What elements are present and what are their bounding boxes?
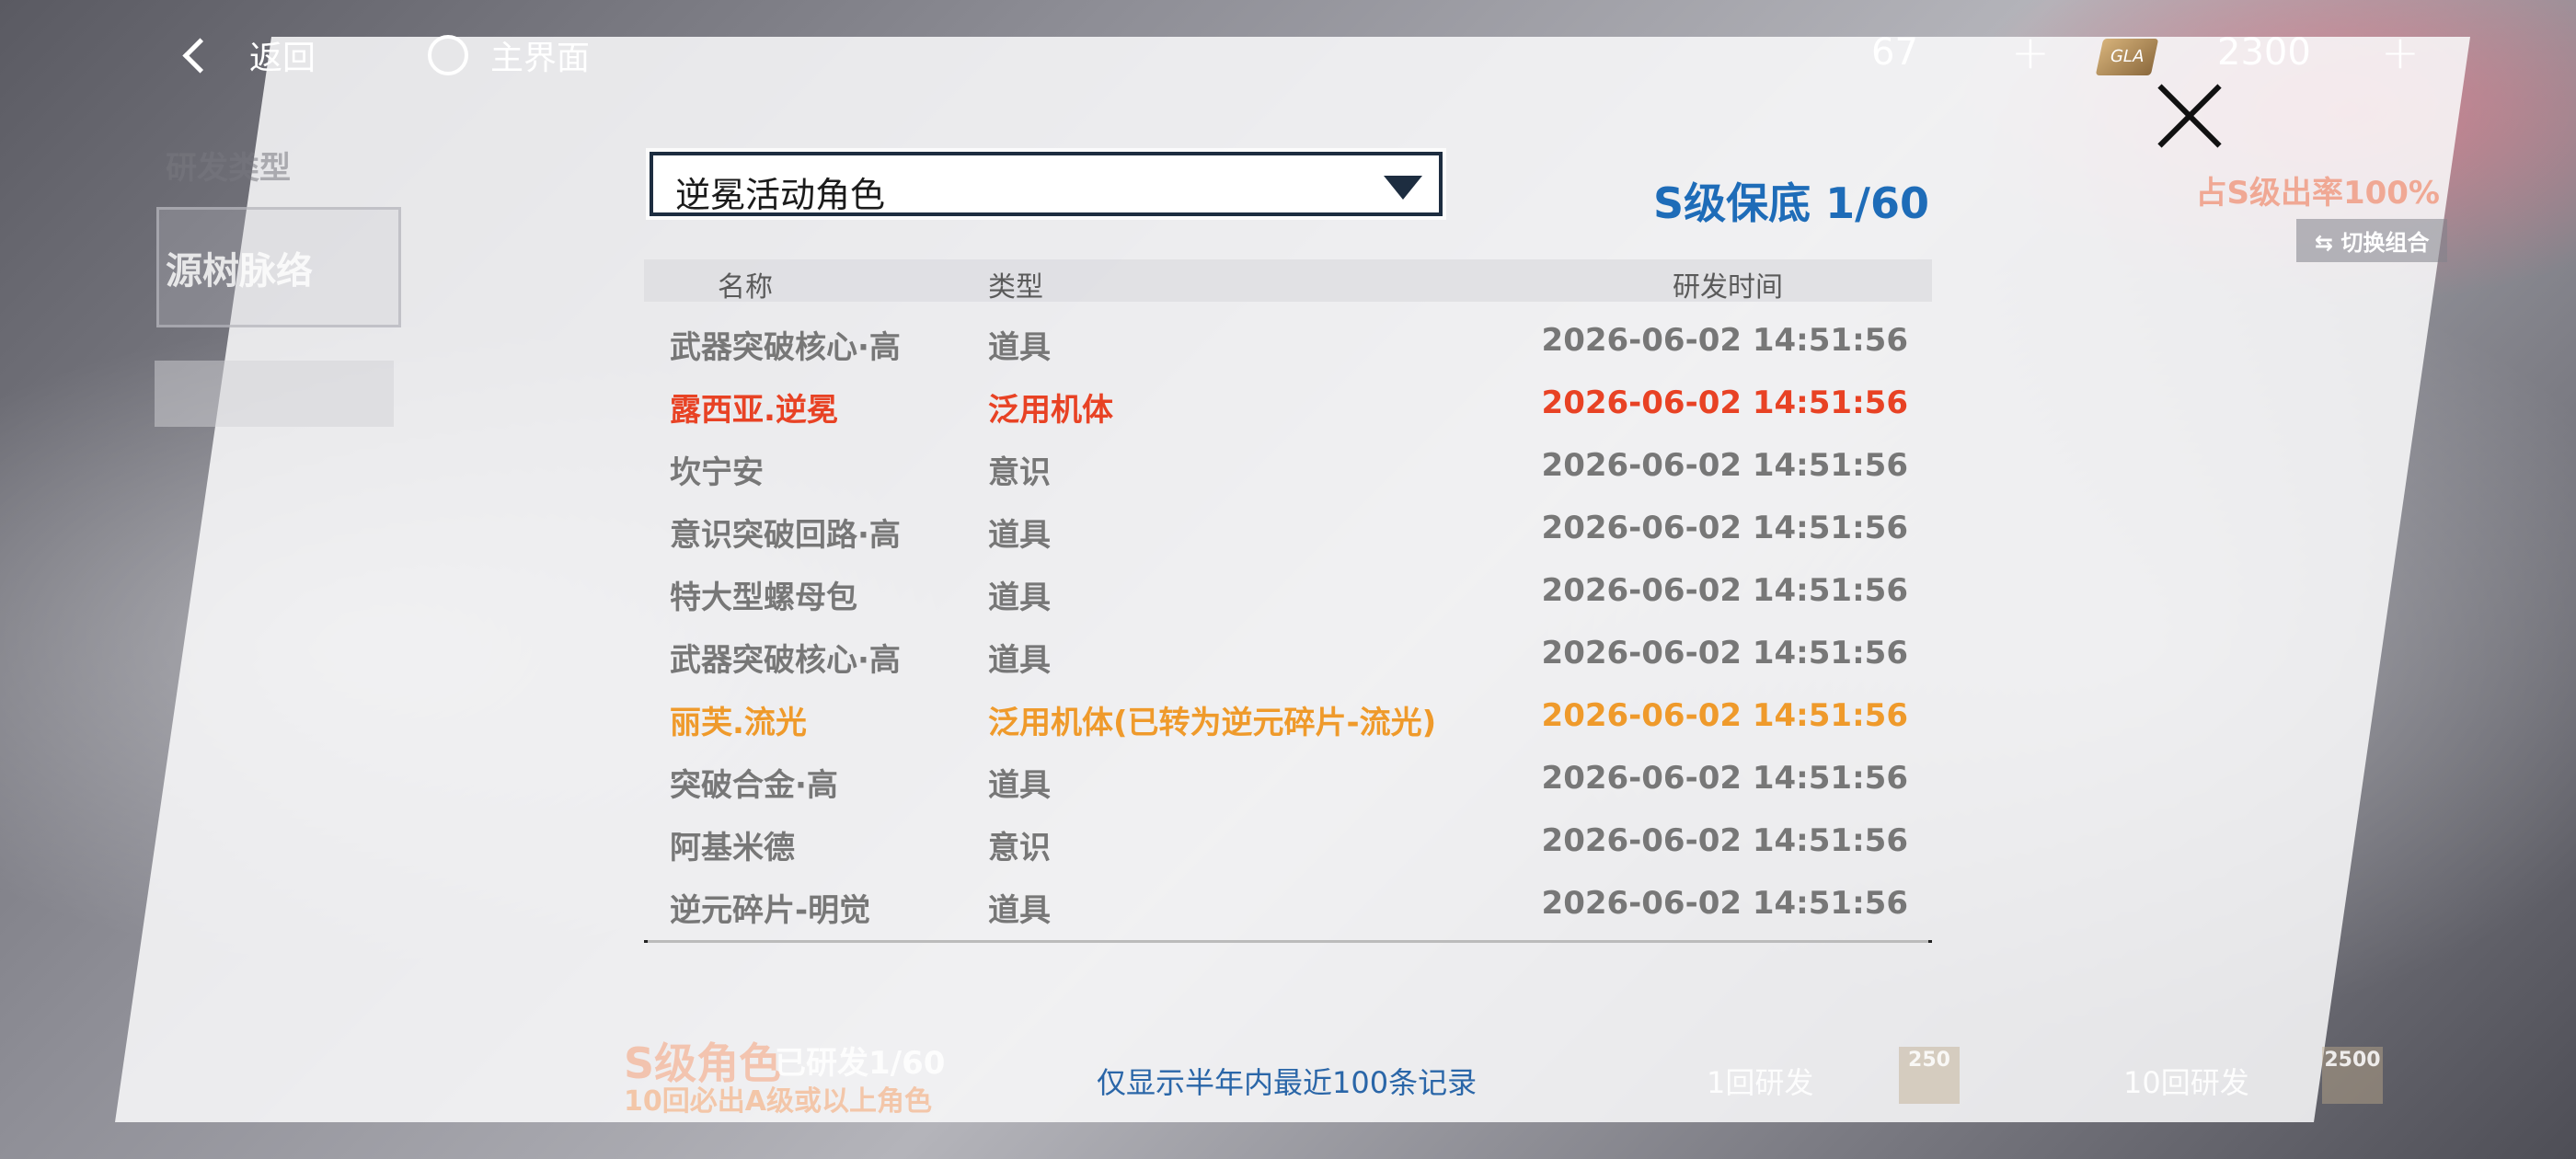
header-name: 名称: [718, 271, 773, 304]
header-time: 研发时间: [1673, 271, 1783, 304]
row-time: 2026-06-02 14:51:56: [1541, 635, 1908, 671]
table-bottom-divider: [644, 940, 1932, 943]
chevron-left-icon: [182, 37, 218, 74]
table-row: 意识突破回路·高 道具 2026-06-02 14:51:56: [644, 497, 1932, 559]
table-row: 特大型螺母包 道具 2026-06-02 14:51:56: [644, 559, 1932, 622]
row-name: 意识突破回路·高: [670, 517, 901, 554]
row-type: 道具: [988, 517, 1051, 554]
researched-count: 已研发1/60: [775, 1045, 946, 1082]
cost-chip-10: 2500: [2322, 1047, 2383, 1104]
row-type: 道具: [988, 329, 1051, 366]
row-type: 道具: [988, 892, 1051, 929]
back-button[interactable]: 返回: [175, 31, 316, 79]
row-name: 突破合金·高: [670, 767, 838, 804]
row-type: 道具: [988, 580, 1051, 616]
pool-select-dropdown[interactable]: 逆冕活动角色: [650, 152, 1443, 216]
close-icon[interactable]: [2153, 79, 2226, 153]
row-name: 露西亚.逆冕: [670, 392, 838, 429]
pool-card-title: 源树脉络: [166, 250, 313, 293]
research-1-button[interactable]: 1回研发: [1707, 1060, 1813, 1102]
row-name: 坎宁安: [670, 454, 764, 491]
switch-combo-button[interactable]: ⇆ 切换组合: [2296, 219, 2448, 262]
cost-chip-1: 250: [1899, 1047, 1960, 1104]
row-name: 丽芙.流光: [670, 705, 807, 741]
table-body: 武器突破核心·高 道具 2026-06-02 14:51:56 露西亚.逆冕 泛…: [644, 302, 1932, 935]
history-table: 名称 类型 研发时间 武器突破核心·高 道具 2026-06-02 14:51:…: [644, 259, 1932, 935]
row-name: 逆元碎片-明觉: [670, 892, 871, 929]
currency-icon: GLA: [2095, 39, 2159, 75]
row-time: 2026-06-02 14:51:56: [1541, 384, 1908, 421]
dropdown-value: 逆冕活动角色: [675, 175, 886, 215]
row-time: 2026-06-02 14:51:56: [1541, 822, 1908, 859]
home-label: 主界面: [490, 40, 591, 77]
back-label: 返回: [249, 40, 316, 77]
history-note: 仅显示半年内最近100条记录: [1097, 1065, 1478, 1100]
row-name: 武器突破核心·高: [670, 329, 901, 366]
caret-down-icon: [1384, 176, 1422, 200]
resource-2-add-button[interactable]: +: [2381, 26, 2420, 79]
row-time: 2026-06-02 14:51:56: [1541, 322, 1908, 359]
table-row: 坎宁安 意识 2026-06-02 14:51:56: [644, 434, 1932, 497]
row-name: 特大型螺母包: [670, 580, 857, 616]
row-type: 意识: [988, 830, 1051, 866]
row-time: 2026-06-02 14:51:56: [1541, 760, 1908, 797]
table-row: 武器突破核心·高 道具 2026-06-02 14:51:56: [644, 309, 1932, 372]
research-10-button[interactable]: 10回研发: [2123, 1060, 2249, 1102]
row-name: 阿基米德: [670, 830, 795, 866]
row-time: 2026-06-02 14:51:56: [1541, 510, 1908, 546]
row-type: 泛用机体: [988, 392, 1113, 429]
switch-icon: ⇆: [2315, 230, 2341, 256]
table-row: 逆元碎片-明觉 道具 2026-06-02 14:51:56: [644, 872, 1932, 935]
row-time: 2026-06-02 14:51:56: [1541, 572, 1908, 609]
row-type: 意识: [988, 454, 1051, 491]
table-row: 阿基米德 意识 2026-06-02 14:51:56: [644, 809, 1932, 872]
ten-pull-hint: 10回必出A级或以上角色: [624, 1085, 932, 1118]
table-row: 武器突破核心·高 道具 2026-06-02 14:51:56: [644, 622, 1932, 684]
home-button[interactable]: 主界面: [428, 31, 590, 79]
table-header: 名称 类型 研发时间: [644, 259, 1932, 304]
s-guarantee-counter: S级保底 1/60: [1653, 178, 1929, 228]
row-type: 泛用机体(已转为逆元碎片-流光): [988, 705, 1437, 741]
row-time: 2026-06-02 14:51:56: [1541, 885, 1908, 922]
row-time: 2026-06-02 14:51:56: [1541, 697, 1908, 734]
row-time: 2026-06-02 14:51:56: [1541, 447, 1908, 484]
row-type: 道具: [988, 767, 1051, 804]
rd-type-label: 研发类型: [166, 150, 291, 187]
home-circle-icon: [428, 35, 468, 75]
resource-2-value: 2300: [2217, 31, 2311, 74]
table-row: 丽芙.流光 泛用机体(已转为逆元碎片-流光) 2026-06-02 14:51:…: [644, 684, 1932, 747]
resource-1-add-button[interactable]: +: [2011, 26, 2050, 79]
pool-card-bar: [155, 361, 394, 427]
row-name: 武器突破核心·高: [670, 642, 901, 679]
row-type: 道具: [988, 642, 1051, 679]
table-row: 突破合金·高 道具 2026-06-02 14:51:56: [644, 747, 1932, 809]
resource-1-value: 67: [1871, 31, 1918, 74]
s-rate-label: 占S级出率100%: [2195, 175, 2440, 212]
table-row: 露西亚.逆冕 泛用机体 2026-06-02 14:51:56: [644, 372, 1932, 434]
header-type: 类型: [988, 271, 1043, 304]
